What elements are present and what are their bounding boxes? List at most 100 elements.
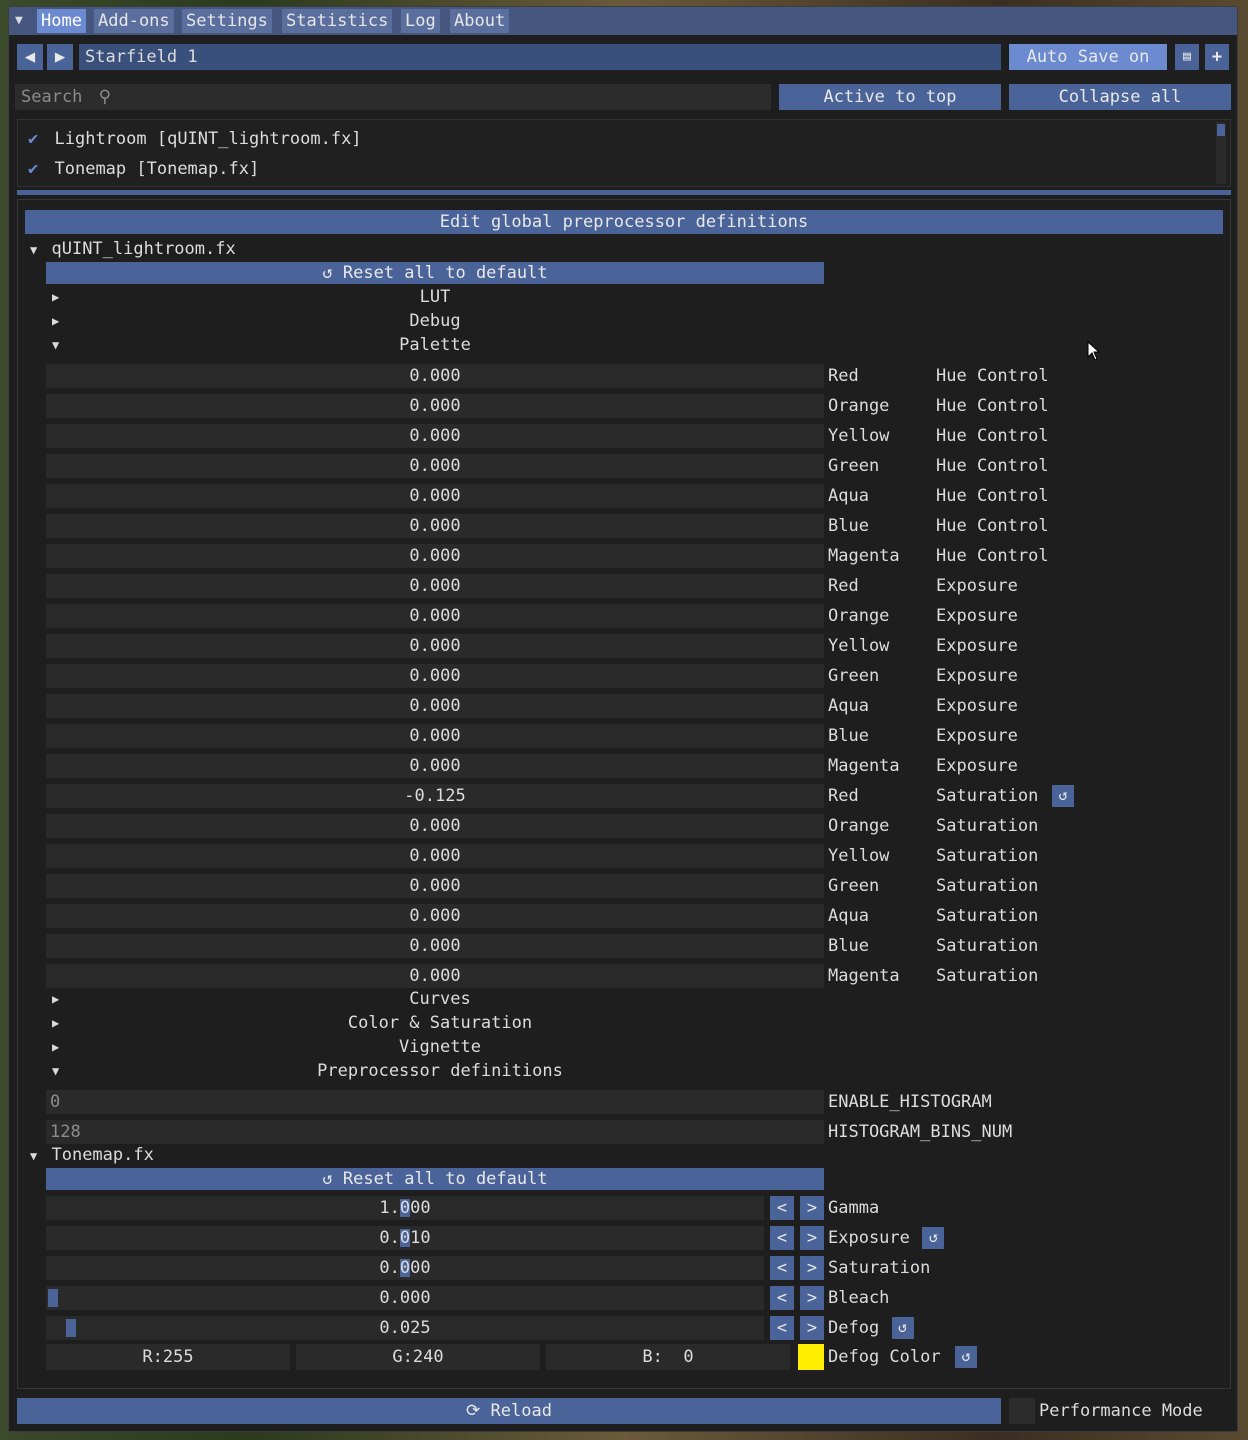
effect-header-lightroom[interactable]: ▼ qUINT_lightroom.fx — [30, 238, 236, 260]
param-slider[interactable]: 0.000 — [46, 364, 824, 388]
tab-addons[interactable]: Add-ons — [94, 9, 174, 33]
checkbox-icon[interactable]: ✔ — [28, 159, 38, 179]
increment-button[interactable]: > — [800, 1286, 824, 1310]
param-type-label: Hue Control — [936, 516, 1049, 536]
param-slider[interactable]: 0.025 — [46, 1316, 764, 1340]
prev-preset-button[interactable]: ◀ — [17, 44, 43, 70]
category-header[interactable]: Preprocessor definitions — [46, 1060, 834, 1082]
effect-item-tonemap[interactable]: ✔ Tonemap [Tonemap.fx] — [28, 156, 259, 182]
reset-all-button[interactable]: ↺ Reset all to default — [46, 1168, 824, 1190]
scrollbar-thumb[interactable] — [1217, 124, 1225, 136]
collapse-arrow-icon[interactable]: ▼ — [30, 1149, 37, 1163]
param-slider[interactable]: 0.000 — [46, 904, 824, 928]
effect-list-scrollbar[interactable] — [1216, 122, 1226, 184]
definition-input[interactable]: 0 — [46, 1090, 824, 1114]
param-label: Defog — [828, 1318, 880, 1338]
collapse-all-button[interactable]: Collapse all — [1009, 84, 1231, 110]
param-slider[interactable]: 0.000 — [46, 934, 824, 958]
checkbox-icon[interactable]: ✔ — [28, 129, 38, 149]
param-type-label: Hue Control — [936, 366, 1049, 386]
param-slider[interactable]: 0.000 — [46, 454, 824, 478]
tab-log[interactable]: Log — [401, 9, 440, 33]
performance-mode-checkbox[interactable] — [1009, 1398, 1035, 1424]
search-input[interactable]: Search ⚲ — [15, 84, 771, 110]
param-slider[interactable]: 0.000 — [46, 694, 824, 718]
param-slider[interactable]: -0.125 — [46, 784, 824, 808]
category-header[interactable]: LUT — [46, 286, 824, 308]
performance-mode-label: Performance Mode — [1039, 1401, 1203, 1421]
param-slider[interactable]: 0.000 — [46, 604, 824, 628]
param-slider[interactable]: 0.000 — [46, 1256, 764, 1280]
reload-button[interactable]: ⟳ Reload — [17, 1398, 1001, 1424]
color-r-field[interactable]: R:255 — [46, 1344, 290, 1370]
add-preset-icon[interactable]: + — [1205, 44, 1229, 70]
tab-home[interactable]: Home — [37, 9, 86, 33]
category-header[interactable]: Palette — [46, 334, 824, 356]
increment-button[interactable]: > — [800, 1226, 824, 1250]
param-slider[interactable]: 0.010 — [46, 1226, 764, 1250]
effect-item-lightroom[interactable]: ✔ Lightroom [qUINT_lightroom.fx] — [28, 126, 362, 152]
decrement-button[interactable]: < — [770, 1316, 794, 1340]
tab-settings[interactable]: Settings — [182, 9, 272, 33]
param-slider[interactable]: 0.000 — [46, 844, 824, 868]
definition-input[interactable]: 128 — [46, 1120, 824, 1144]
reset-icon[interactable]: ↺ — [891, 1317, 914, 1339]
param-slider[interactable]: 0.000 — [46, 964, 824, 988]
param-slider[interactable]: 0.000 — [46, 874, 824, 898]
param-slider[interactable]: 0.000 — [46, 544, 824, 568]
splitter[interactable] — [17, 190, 1231, 195]
param-label: Bleach — [828, 1288, 890, 1308]
increment-button[interactable]: > — [800, 1256, 824, 1280]
param-color-label: Green — [828, 876, 880, 896]
save-icon[interactable]: ▤ — [1175, 44, 1199, 70]
preset-name-field[interactable]: Starfield 1 — [79, 44, 1001, 70]
param-color-label: Orange — [828, 816, 890, 836]
collapse-arrow-icon[interactable]: ▼ — [30, 243, 37, 257]
color-g-field[interactable]: G:240 — [296, 1344, 540, 1370]
param-slider[interactable]: 0.000 — [46, 484, 824, 508]
param-slider[interactable]: 1.000 — [46, 1196, 764, 1220]
menu-toggle-icon[interactable]: ▼ — [15, 11, 31, 31]
auto-save-button[interactable]: Auto Save on — [1009, 44, 1167, 70]
param-slider[interactable]: 0.000 — [46, 424, 824, 448]
active-to-top-button[interactable]: Active to top — [779, 84, 1001, 110]
effect-header-tonemap[interactable]: ▼ Tonemap.fx — [30, 1144, 154, 1166]
param-slider[interactable]: 0.000 — [46, 1286, 764, 1310]
category-header[interactable]: Color & Saturation — [46, 1012, 834, 1034]
edit-global-definitions-button[interactable]: Edit global preprocessor definitions — [25, 210, 1223, 234]
param-type-label: Saturation — [936, 786, 1039, 806]
reset-all-button[interactable]: ↺ Reset all to default — [46, 262, 824, 284]
category-header[interactable]: Debug — [46, 310, 824, 332]
next-preset-button[interactable]: ▶ — [47, 44, 73, 70]
decrement-button[interactable]: < — [770, 1226, 794, 1250]
color-b-field[interactable]: B: 0 — [546, 1344, 790, 1370]
param-color-label: Magenta — [828, 546, 900, 566]
param-slider[interactable]: 0.000 — [46, 634, 824, 658]
reset-icon[interactable]: ↺ — [922, 1227, 945, 1249]
decrement-button[interactable]: < — [770, 1256, 794, 1280]
increment-button[interactable]: > — [800, 1316, 824, 1340]
reset-icon[interactable]: ↺ — [955, 1346, 977, 1368]
decrement-button[interactable]: < — [770, 1286, 794, 1310]
param-slider[interactable]: 0.000 — [46, 574, 824, 598]
tab-statistics[interactable]: Statistics — [282, 9, 393, 33]
reset-label: Reset all to default — [342, 1169, 548, 1189]
param-slider[interactable]: 0.000 — [46, 814, 824, 838]
reset-icon[interactable]: ↺ — [1052, 785, 1074, 807]
param-slider[interactable]: 0.000 — [46, 724, 824, 748]
param-slider[interactable]: 0.000 — [46, 514, 824, 538]
param-type-label: Exposure — [936, 606, 1018, 626]
search-icon: ⚲ — [98, 87, 112, 107]
effect-title: qUINT_lightroom.fx — [51, 239, 236, 259]
category-header[interactable]: Vignette — [46, 1036, 834, 1058]
color-swatch[interactable] — [798, 1344, 824, 1370]
param-slider[interactable]: 0.000 — [46, 754, 824, 778]
decrement-button[interactable]: < — [770, 1196, 794, 1220]
tab-about[interactable]: About — [450, 9, 510, 33]
param-color-label: Orange — [828, 606, 890, 626]
increment-button[interactable]: > — [800, 1196, 824, 1220]
param-slider[interactable]: 0.000 — [46, 664, 824, 688]
category-header[interactable]: Curves — [46, 988, 834, 1010]
reshade-overlay-window: ▼ Home Add-ons Settings Statistics Log A… — [8, 6, 1238, 1432]
param-slider[interactable]: 0.000 — [46, 394, 824, 418]
